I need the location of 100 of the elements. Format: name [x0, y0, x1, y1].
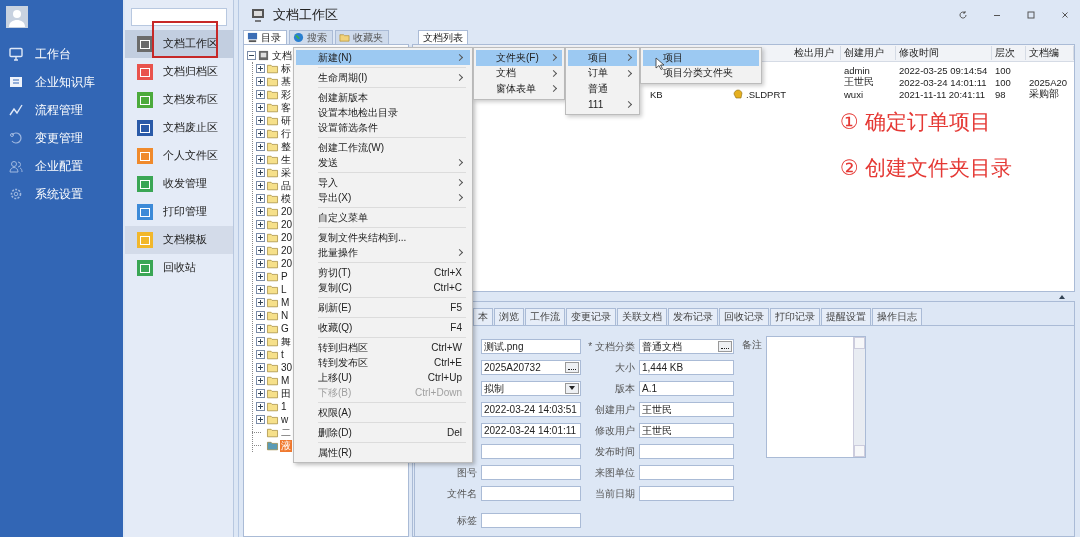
- remark-field[interactable]: [766, 336, 866, 458]
- tree-item[interactable]: M: [280, 374, 291, 387]
- input-field[interactable]: 1,444 KB: [639, 360, 734, 375]
- tree-item[interactable]: 采: [280, 166, 292, 179]
- menu-item[interactable]: 自定义菜单: [296, 210, 470, 225]
- expand-icon[interactable]: [256, 181, 265, 190]
- expand-icon[interactable]: [256, 272, 265, 281]
- input-field[interactable]: [639, 465, 734, 480]
- input-field[interactable]: 测试.png: [481, 339, 581, 354]
- tree-item[interactable]: 1: [280, 400, 288, 413]
- column-header[interactable]: 层次: [992, 46, 1026, 60]
- expand-icon[interactable]: [256, 259, 265, 268]
- column-header[interactable]: 修改时间: [896, 46, 992, 60]
- menu-item[interactable]: 窗体表单: [476, 81, 562, 97]
- input-field[interactable]: [481, 486, 581, 501]
- tree-item[interactable]: 彩: [280, 88, 292, 101]
- expand-icon[interactable]: [256, 285, 265, 294]
- input-field[interactable]: 拟制: [481, 381, 581, 396]
- browse-button[interactable]: [565, 362, 579, 373]
- expand-icon[interactable]: [256, 64, 265, 73]
- tree-item[interactable]: 模: [280, 192, 292, 205]
- module-item[interactable]: 文档工作区: [125, 30, 233, 58]
- expand-icon[interactable]: [256, 116, 265, 125]
- expand-icon[interactable]: [256, 402, 265, 411]
- menu-item[interactable]: 属性(R): [296, 445, 470, 460]
- menu-item[interactable]: 发送: [296, 155, 470, 170]
- tab[interactable]: 本: [473, 308, 493, 325]
- expand-icon[interactable]: [256, 363, 265, 372]
- tree-item[interactable]: 客: [280, 101, 292, 114]
- menu-item[interactable]: 项目: [643, 50, 759, 66]
- input-field[interactable]: [481, 465, 581, 480]
- tree-item[interactable]: 田: [280, 387, 292, 400]
- menu-item[interactable]: 文件夹(F): [476, 50, 562, 66]
- tab[interactable]: 收藏夹: [335, 30, 389, 44]
- tab[interactable]: 搜索: [289, 30, 333, 44]
- tree-item[interactable]: P: [280, 270, 289, 283]
- browse-button[interactable]: [718, 341, 732, 352]
- tab[interactable]: 变更记录: [566, 308, 616, 325]
- expand-icon[interactable]: [256, 389, 265, 398]
- tree-item[interactable]: w: [280, 413, 290, 426]
- menu-item[interactable]: 删除(D) Del: [296, 425, 470, 440]
- tree-item[interactable]: 30: [280, 361, 294, 374]
- tab[interactable]: 关联文档: [617, 308, 667, 325]
- expand-icon[interactable]: [256, 155, 265, 164]
- menu-item[interactable]: 收藏(Q) F4: [296, 320, 470, 335]
- menu-item[interactable]: 新建(N): [296, 50, 470, 65]
- tab[interactable]: 目录: [243, 30, 287, 44]
- menu-item[interactable]: 转到归档区 Ctrl+W: [296, 340, 470, 355]
- menu-item[interactable]: 转到发布区 Ctrl+E: [296, 355, 470, 370]
- input-field[interactable]: 2025A20732: [481, 360, 581, 375]
- refresh-icon[interactable]: [958, 10, 968, 20]
- menu-item[interactable]: 项目分类文件夹: [643, 65, 759, 81]
- expand-icon[interactable]: [256, 207, 265, 216]
- input-field[interactable]: A.1: [639, 381, 734, 396]
- menu-item[interactable]: 文档: [476, 65, 562, 81]
- tree-item[interactable]: 舞: [280, 335, 292, 348]
- nav-item[interactable]: 工作台: [0, 40, 123, 68]
- expand-icon[interactable]: [256, 194, 265, 203]
- expand-icon[interactable]: [256, 142, 265, 151]
- module-item[interactable]: 收发管理: [125, 170, 233, 198]
- module-item[interactable]: 回收站: [125, 254, 233, 282]
- menu-item[interactable]: 项目: [568, 50, 637, 66]
- tree-item[interactable]: 20: [280, 205, 294, 218]
- menu-item[interactable]: 权限(A): [296, 405, 470, 420]
- close-icon[interactable]: [1060, 10, 1070, 20]
- tab[interactable]: 文档列表: [418, 30, 468, 44]
- input-field[interactable]: [481, 513, 581, 528]
- tab[interactable]: 打印记录: [770, 308, 820, 325]
- tree-item[interactable]: N: [280, 309, 290, 322]
- tab[interactable]: 浏览: [494, 308, 524, 325]
- expand-icon[interactable]: [256, 246, 265, 255]
- menu-item[interactable]: 复制(C) Ctrl+C: [296, 280, 470, 295]
- nav-item[interactable]: 企业知识库: [0, 68, 123, 96]
- module-item[interactable]: 文档废止区: [125, 114, 233, 142]
- tab[interactable]: 操作日志: [872, 308, 922, 325]
- menu-item[interactable]: 生命周期(I): [296, 70, 470, 85]
- tree-item[interactable]: 研: [280, 114, 292, 127]
- tree-item[interactable]: 生: [280, 153, 292, 166]
- expand-icon[interactable]: [256, 220, 265, 229]
- input-field[interactable]: 王世民: [639, 402, 734, 417]
- tab[interactable]: 工作流: [525, 308, 565, 325]
- input-field[interactable]: [639, 444, 734, 459]
- module-item[interactable]: 打印管理: [125, 198, 233, 226]
- expand-icon[interactable]: [256, 376, 265, 385]
- expand-icon[interactable]: [256, 415, 265, 424]
- menu-item[interactable]: 上移(U) Ctrl+Up: [296, 370, 470, 385]
- tree-item[interactable]: G: [280, 322, 290, 335]
- expand-icon[interactable]: [256, 129, 265, 138]
- column-header[interactable]: 检出用户: [791, 46, 841, 60]
- module-item[interactable]: 个人文件区: [125, 142, 233, 170]
- nav-item[interactable]: 流程管理: [0, 96, 123, 124]
- tab[interactable]: 回收记录: [719, 308, 769, 325]
- menu-item[interactable]: 创建工作流(W): [296, 140, 470, 155]
- tree-item[interactable]: 20: [280, 231, 294, 244]
- module-item[interactable]: 文档发布区: [125, 86, 233, 114]
- input-field[interactable]: 普通文档: [639, 339, 734, 354]
- collapse-arrow-icon[interactable]: [1059, 294, 1065, 299]
- menu-item[interactable]: 导入: [296, 175, 470, 190]
- tab[interactable]: 提醒设置: [821, 308, 871, 325]
- dropdown-button[interactable]: [565, 383, 579, 394]
